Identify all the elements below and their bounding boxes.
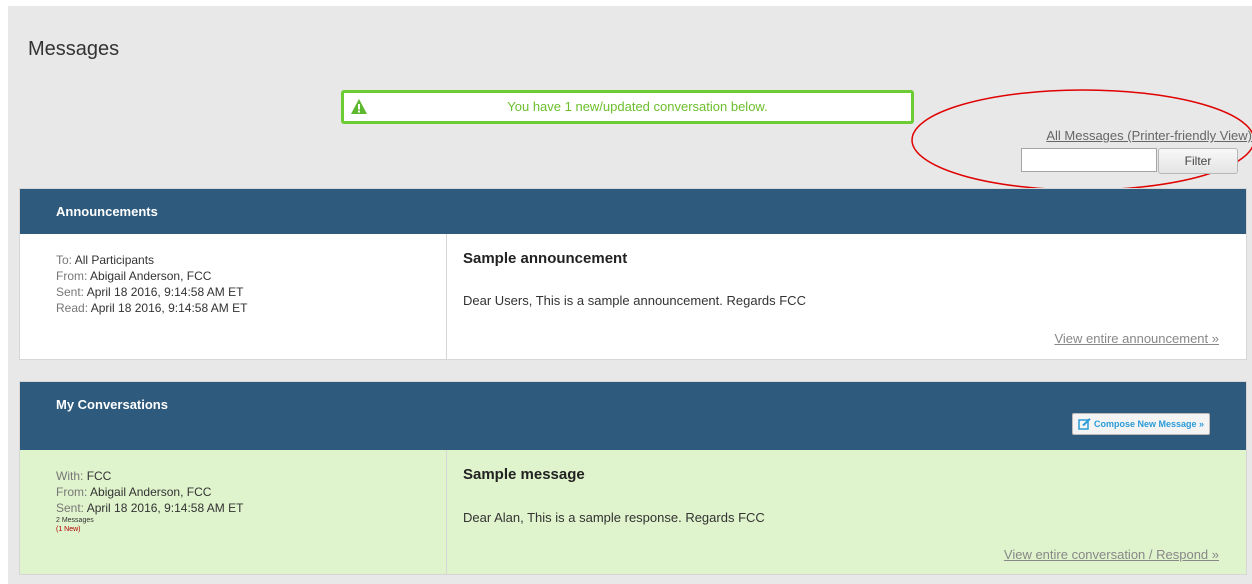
- read-label: Read:: [56, 301, 89, 315]
- messages-page: Messages You have 1 new/updated conversa…: [8, 6, 1252, 584]
- to-label: To:: [56, 253, 73, 267]
- sent-value: April 18 2016, 9:14:58 AM ET: [86, 501, 244, 515]
- new-count-badge: (1 New): [56, 526, 81, 533]
- page-title: Messages: [28, 38, 120, 60]
- announcement-subject: Sample announcement: [463, 250, 628, 267]
- announcements-panel: Announcements To: All Participants From:…: [19, 188, 1247, 360]
- view-conversation-link[interactable]: View entire conversation / Respond »: [1004, 547, 1219, 562]
- with-value: FCC: [86, 469, 112, 483]
- with-label: With:: [56, 469, 84, 483]
- message-count: 2 Messages: [56, 517, 94, 524]
- from-value: Abigail Anderson, FCC: [90, 269, 212, 283]
- sent-value: April 18 2016, 9:14:58 AM ET: [86, 285, 244, 299]
- compose-label: Compose New Message »: [1093, 419, 1204, 429]
- announcement-content: Sample announcement Dear Users, This is …: [447, 234, 1246, 359]
- from-value: Abigail Anderson, FCC: [90, 485, 212, 499]
- view-announcement-link[interactable]: View entire announcement »: [1054, 331, 1219, 346]
- conversation-row[interactable]: With: FCC From: Abigail Anderson, FCC Se…: [20, 450, 1246, 574]
- announcements-header: Announcements: [20, 189, 1246, 234]
- to-value: All Participants: [74, 253, 155, 267]
- announcement-row: To: All Participants From: Abigail Ander…: [20, 234, 1246, 359]
- from-label: From:: [56, 269, 88, 283]
- printer-friendly-link[interactable]: All Messages (Printer-friendly View): [1046, 128, 1252, 143]
- conversation-meta: With: FCC From: Abigail Anderson, FCC Se…: [20, 450, 447, 574]
- from-label: From:: [56, 485, 88, 499]
- conversations-header: My Conversations Compose New Message »: [20, 382, 1246, 450]
- read-value: April 18 2016, 9:14:58 AM ET: [90, 301, 248, 315]
- announcements-title: Announcements: [56, 204, 158, 219]
- new-conversation-alert: You have 1 new/updated conversation belo…: [341, 90, 914, 124]
- sent-label: Sent:: [56, 285, 85, 299]
- alert-text: You have 1 new/updated conversation belo…: [507, 99, 768, 114]
- conversation-body: Dear Alan, This is a sample response. Re…: [463, 510, 765, 525]
- filter-button[interactable]: Filter: [1158, 148, 1238, 174]
- compose-new-message-button[interactable]: Compose New Message »: [1071, 413, 1210, 435]
- conversation-subject: Sample message: [463, 466, 585, 483]
- conversations-title: My Conversations: [56, 397, 168, 412]
- conversations-panel: My Conversations Compose New Message » W…: [19, 381, 1247, 575]
- warning-icon: [350, 98, 368, 116]
- conversation-content: Sample message Dear Alan, This is a samp…: [447, 450, 1246, 574]
- announcement-body: Dear Users, This is a sample announcemen…: [463, 293, 806, 308]
- sent-label: Sent:: [56, 501, 85, 515]
- announcement-meta: To: All Participants From: Abigail Ander…: [20, 234, 447, 359]
- filter-input[interactable]: [1021, 148, 1157, 172]
- compose-icon: [1078, 418, 1091, 430]
